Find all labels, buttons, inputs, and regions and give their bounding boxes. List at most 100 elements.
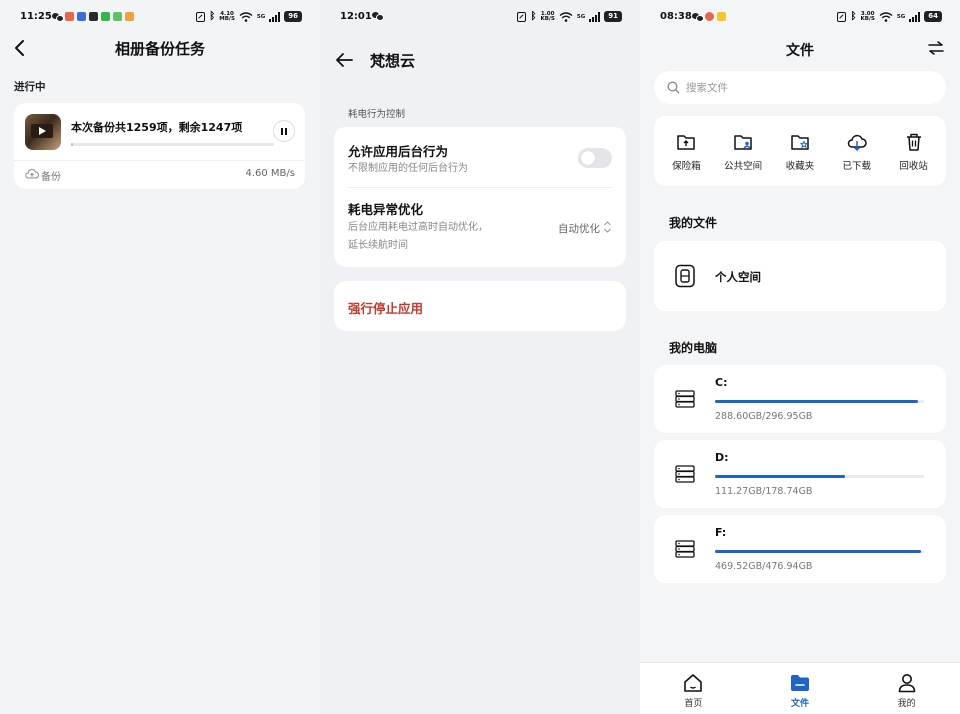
- quick-label: 保险箱: [672, 160, 701, 172]
- user-profile-icon: [898, 674, 915, 693]
- files-screen: 08:38 ᛒ 3.00KB/S 5G 64 文件 保险箱 公共空间: [640, 0, 960, 714]
- drive-card-f[interactable]: F: 469.52GB/476.94GB: [654, 515, 946, 583]
- backup-progress-bar: [71, 143, 274, 146]
- drive-usage-fill: [715, 550, 921, 553]
- quick-recycle-bin[interactable]: 回收站: [886, 131, 942, 172]
- wifi-icon: [559, 11, 573, 22]
- status-time: 12:01: [340, 11, 372, 22]
- battery-indicator: 64: [924, 11, 942, 22]
- drive-usage-bar: [715, 475, 924, 478]
- network-type: 5G: [896, 13, 906, 20]
- force-stop-button[interactable]: 强行停止应用: [348, 298, 423, 317]
- drive-name: D:: [715, 451, 729, 464]
- section-my-files: 我的文件: [669, 216, 718, 230]
- quick-label: 公共空间: [724, 160, 763, 172]
- status-right: ᛒ 3.00 KB/S 5G 64: [837, 11, 942, 22]
- nfc-icon: [517, 11, 527, 22]
- force-stop-card[interactable]: 强行停止应用: [334, 281, 626, 331]
- app-power-settings-screen: 12:01 ᛒ 1.00 KB/S 5G 91 梵想云 耗电行为控制 允许应用后台…: [320, 0, 640, 714]
- back-arrow-icon[interactable]: [334, 50, 354, 70]
- app-notification-icon: [101, 12, 110, 21]
- bluetooth-icon: ᛒ: [209, 10, 216, 22]
- quick-safe-box[interactable]: 保险箱: [658, 131, 714, 172]
- app-notification-icon: [705, 12, 714, 21]
- status-right: ᛒ 4.10 MB/S 5G 96: [196, 11, 302, 22]
- transfer-speed: 4.60 MB/s: [245, 168, 295, 179]
- network-speed: 1.00 KB/S: [540, 10, 555, 22]
- status-time: 11:25: [20, 11, 52, 22]
- nav-home[interactable]: 首页: [640, 663, 747, 714]
- signal-icon: [269, 11, 281, 22]
- app-notification-icon: [717, 12, 726, 21]
- nfc-icon: [837, 11, 847, 22]
- search-input[interactable]: [686, 79, 926, 97]
- backup-task-screen: 11:25 ᛒ 4.10 MB/S 5G 96 相册备份任务 进行中 本次备份共1…: [0, 0, 320, 714]
- trash-icon: [906, 133, 921, 151]
- wechat-icon: [372, 12, 384, 21]
- quick-downloaded[interactable]: 已下载: [829, 131, 885, 172]
- drive-usage-fill: [715, 400, 919, 403]
- app-title: 梵想云: [370, 52, 416, 70]
- section-my-computer: 我的电脑: [669, 341, 718, 355]
- signal-icon: [589, 11, 601, 22]
- sort-swap-icon[interactable]: [928, 41, 944, 55]
- nav-files[interactable]: 文件: [747, 663, 854, 714]
- network-speed: 3.00 KB/S: [860, 10, 875, 22]
- status-time: 08:38: [660, 11, 692, 22]
- quick-label: 回收站: [899, 160, 928, 172]
- safe-box-icon: [677, 134, 696, 150]
- toggle-knob: [581, 151, 595, 165]
- quick-favorites[interactable]: 收藏夹: [772, 131, 828, 172]
- personal-space-card[interactable]: 个人空间: [654, 241, 946, 311]
- server-drive-icon: [675, 540, 695, 558]
- drive-usage-bar: [715, 550, 924, 553]
- pause-icon: [281, 127, 283, 135]
- power-settings-card: 允许应用后台行为 不限制应用的任何后台行为 耗电异常优化 后台应用耗电过高时自动…: [334, 127, 626, 267]
- status-bar: 08:38 ᛒ 3.00 KB/S 5G 64: [640, 0, 960, 34]
- power-optimize-desc-2: 延长续航时间: [348, 240, 408, 251]
- page-title: 相册备份任务: [114, 40, 205, 58]
- drive-usage-text: 111.27GB/178.74GB: [715, 486, 813, 497]
- status-bar: 11:25 ᛒ 4.10 MB/S 5G 96: [0, 0, 320, 34]
- backup-task-card[interactable]: 本次备份共1259项，剩余1247项 备份 4.60 MB/s: [14, 103, 305, 189]
- search-icon: [667, 81, 680, 94]
- wechat-icon: [52, 12, 64, 22]
- status-bar: 12:01 ᛒ 1.00 KB/S 5G 91: [320, 0, 640, 34]
- download-cloud-icon: [847, 134, 867, 151]
- nav-label: 首页: [684, 699, 703, 709]
- power-optimize-select[interactable]: 自动优化: [558, 221, 600, 236]
- drive-card-c[interactable]: C: 288.60GB/296.95GB: [654, 365, 946, 433]
- bluetooth-icon: ᛒ: [530, 10, 537, 22]
- divider: [14, 160, 305, 161]
- cloud-upload-icon: [25, 169, 39, 179]
- network-type: 5G: [576, 13, 586, 20]
- drive-name: C:: [715, 376, 728, 389]
- notification-icons: [372, 12, 384, 21]
- status-right: ᛒ 1.00 KB/S 5G 91: [517, 11, 622, 22]
- server-drive-icon: [675, 390, 695, 408]
- battery-indicator: 91: [604, 11, 622, 22]
- nav-label: 文件: [791, 699, 810, 709]
- drive-usage-bar: [715, 400, 924, 403]
- section-power-control: 耗电行为控制: [348, 109, 406, 120]
- nav-me[interactable]: 我的: [853, 663, 960, 714]
- notification-icons: [692, 12, 726, 22]
- wechat-icon: [692, 12, 704, 22]
- drive-usage-text: 469.52GB/476.94GB: [715, 561, 813, 572]
- backup-label: 备份: [41, 172, 61, 183]
- favorites-folder-icon: [791, 134, 809, 150]
- chevron-up-down-icon[interactable]: [603, 220, 612, 234]
- drive-card-d[interactable]: D: 111.27GB/178.74GB: [654, 440, 946, 508]
- search-bar[interactable]: [654, 71, 946, 104]
- background-behavior-title: 允许应用后台行为: [348, 144, 449, 159]
- quick-shared-space[interactable]: 公共空间: [715, 131, 771, 172]
- power-optimize-desc: 后台应用耗电过高时自动优化，: [348, 222, 488, 233]
- background-behavior-toggle[interactable]: [578, 148, 612, 168]
- nfc-icon: [196, 11, 206, 22]
- section-in-progress: 进行中: [14, 81, 46, 93]
- video-thumbnail: [25, 114, 61, 150]
- app-notification-icon: [89, 12, 98, 21]
- backup-summary: 本次备份共1259项，剩余1247项: [71, 121, 243, 134]
- pause-button[interactable]: [273, 120, 295, 142]
- page-title: 文件: [786, 43, 814, 59]
